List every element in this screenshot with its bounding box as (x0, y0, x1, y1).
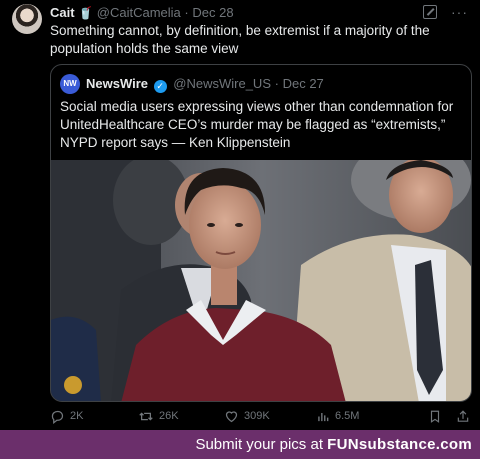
views-button[interactable]: 6.5M (316, 409, 416, 424)
avatar[interactable] (12, 4, 42, 34)
quoted-header: NewsWire ✓ @NewsWire_US · Dec 27 (86, 76, 324, 93)
share-icon[interactable] (456, 409, 470, 424)
watermark-prefix: Submit your pics at (195, 436, 328, 453)
grok-icon[interactable] (423, 5, 437, 19)
tweet-actions: 2K 26K 309K 6.5M (50, 407, 470, 425)
reply-button[interactable]: 2K (50, 409, 138, 424)
bar-chart-icon (318, 412, 329, 421)
speech-bubble-icon (51, 410, 64, 424)
separator-dot: · (184, 5, 189, 20)
like-count: 309K (244, 410, 270, 422)
retweet-count: 26K (159, 410, 179, 422)
tweet-date[interactable]: Dec 28 (192, 5, 233, 20)
author-name[interactable]: Cait (50, 5, 75, 20)
retweet-button[interactable]: 26K (138, 409, 224, 424)
like-button[interactable]: 309K (224, 409, 316, 424)
quoted-tweet[interactable]: NW NewsWire ✓ @NewsWire_US · Dec 27 Soci… (50, 64, 472, 402)
view-count: 6.5M (335, 410, 360, 422)
more-options-icon[interactable]: ··· (451, 5, 468, 19)
tweet-top-icons: ··· (423, 5, 468, 19)
quoted-avatar[interactable]: NW (60, 74, 80, 94)
retweet-arrows-icon (139, 411, 153, 421)
site-watermark: Submit your pics at FUNsubstance.com (0, 430, 480, 459)
author-handle[interactable]: @CaitCamelia (97, 5, 181, 20)
news-photo[interactable] (51, 160, 471, 401)
quoted-separator-dot: · (274, 76, 279, 91)
tweet[interactable]: Cait 🥤 @CaitCamelia · Dec 28 ··· Somethi… (0, 0, 480, 430)
tweet-header: Cait 🥤 @CaitCamelia · Dec 28 (50, 5, 234, 20)
quoted-tweet-text: Social media users expressing views othe… (60, 99, 454, 150)
quoted-author-handle[interactable]: @NewsWire_US (173, 76, 271, 91)
tweet-text: Something cannot, by definition, be extr… (50, 23, 430, 56)
heart-icon (225, 410, 238, 422)
cup-emoji-icon: 🥤 (78, 6, 94, 20)
secondary-actions (428, 409, 470, 424)
verified-badge-icon: ✓ (153, 80, 167, 93)
reply-count: 2K (70, 410, 84, 422)
watermark-brand: FUNsubstance.com (327, 436, 472, 453)
quoted-author-name[interactable]: NewsWire (86, 76, 148, 91)
bookmark-icon[interactable] (428, 409, 442, 424)
quoted-date[interactable]: Dec 27 (283, 76, 324, 91)
